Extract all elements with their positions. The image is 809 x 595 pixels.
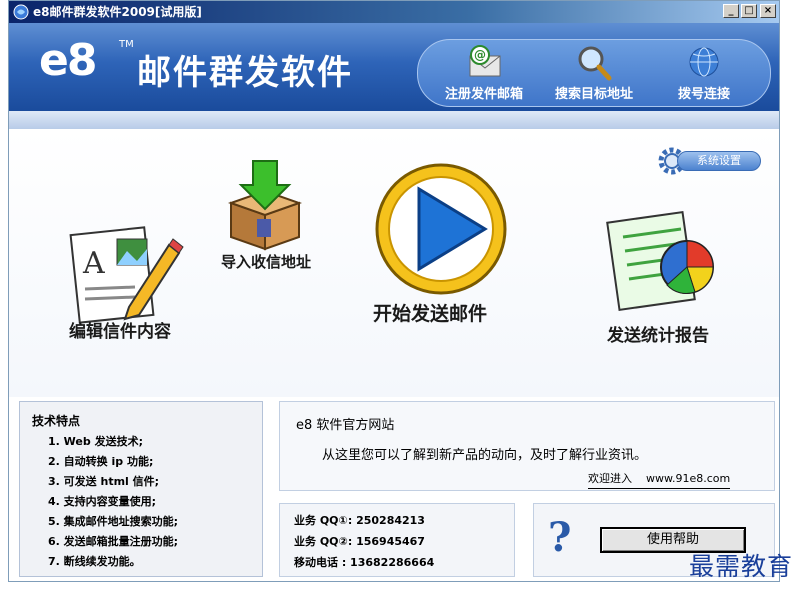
edit-document-icon: A [69,226,184,324]
feature-item: 5. 集成邮件地址搜索功能; [48,515,179,528]
contact-qq2: 业务 QQ②: 156945467 [294,535,425,548]
site-description: 从这里您可以了解到新产品的动向，及时了解行业资讯。 [322,448,648,463]
app-window: e8邮件群发软件2009[试用版] _ □ × e8 TM 邮件群发软件 @ 注… [8,0,780,582]
close-button[interactable]: × [760,4,776,18]
header-divider [9,111,779,129]
contact-qq1: 业务 QQ①: 250284213 [294,514,425,527]
main-actions: 系统设置 A 编辑信件内容 导入收信地址 开始发送邮件 发送统计报告 [9,129,779,397]
official-site-panel: e8 软件官方网站 从这里您可以了解到新产品的动向，及时了解行业资讯。 欢迎进入… [279,401,775,491]
logo-mark: e8 [39,35,97,86]
nav-register-mailbox-label: 注册发件邮箱 [444,87,523,102]
send-report-label[interactable]: 发送统计报告 [607,321,709,346]
start-sending-action[interactable] [373,161,513,301]
report-chart-icon [606,211,714,311]
search-magnifier-icon [578,46,612,81]
nav-search-address-label: 搜索目标地址 [554,87,633,102]
features-title: 技术特点 [32,414,81,428]
system-settings-button[interactable]: 系统设置 [657,147,765,175]
play-start-icon [375,163,507,295]
import-box-icon [227,160,303,251]
edit-letter-label[interactable]: 编辑信件内容 [69,317,171,342]
header-banner: e8 TM 邮件群发软件 @ 注册发件邮箱 搜索目标地址 拨号连接 [9,23,779,111]
logo-title: 邮件群发软件 [137,53,353,93]
feature-item: 7. 断线续发功能。 [48,555,141,568]
feature-item: 4. 支持内容变量使用; [48,495,157,508]
minimize-button[interactable]: _ [723,4,739,18]
help-question-icon: ? [548,514,572,561]
maximize-button[interactable]: □ [741,4,757,18]
nav-search-address[interactable]: 搜索目标地址 [544,40,644,106]
header-nav: @ 注册发件邮箱 搜索目标地址 拨号连接 [417,39,771,107]
nav-dialup[interactable]: 拨号连接 [654,40,754,106]
import-address-label[interactable]: 导入收信地址 [221,251,311,272]
start-sending-label[interactable]: 开始发送邮件 [373,299,487,326]
watermark-text: 最需教育 [689,552,794,581]
nav-register-mailbox[interactable]: @ 注册发件邮箱 [434,40,534,106]
feature-item: 2. 自动转换 ip 功能; [48,455,154,468]
site-title: e8 软件官方网站 [296,418,395,433]
contact-phone: 移动电话 : 13682286664 [294,556,435,569]
features-panel: 技术特点 1. Web 发送技术; 2. 自动转换 ip 功能; 3. 可发送 … [19,401,263,577]
contact-panel: 业务 QQ①: 250284213 业务 QQ②: 156945467 移动电话… [279,503,515,577]
site-link[interactable]: 欢迎进入 www.91e8.com [588,470,731,489]
feature-item: 1. Web 发送技术; [48,435,143,448]
system-settings-label: 系统设置 [677,151,761,171]
send-report-action[interactable] [605,207,725,317]
globe-dialup-icon [689,47,719,77]
feature-item: 3. 可发送 html 信件; [48,475,160,488]
title-bar[interactable]: e8邮件群发软件2009[试用版] _ □ × [9,1,779,23]
email-register-icon: @ [469,45,501,77]
svg-text:A: A [82,246,105,281]
window-title: e8邮件群发软件2009[试用版] [33,5,202,19]
app-icon [13,4,29,20]
logo-trademark: TM [119,39,134,50]
svg-text:@: @ [474,48,486,62]
nav-dialup-label: 拨号连接 [677,87,730,102]
import-address-action[interactable] [217,159,317,255]
feature-item: 6. 发送邮箱批量注册功能; [48,535,179,548]
features-list: 1. Web 发送技术; 2. 自动转换 ip 功能; 3. 可发送 html … [48,432,178,572]
